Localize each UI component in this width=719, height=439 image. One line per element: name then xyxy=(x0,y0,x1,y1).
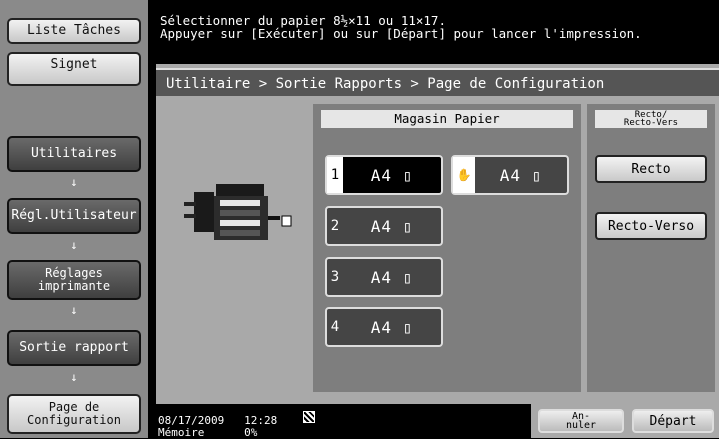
tray-paper-size: A4 ▯ xyxy=(370,216,414,236)
tray-number: 2 xyxy=(330,218,340,234)
duplex-button[interactable]: Recto-Verso xyxy=(595,212,707,240)
arrow-down-icon: ↓ xyxy=(70,303,78,317)
simplex-label: Recto xyxy=(631,161,671,177)
tray-1-button[interactable]: 1 A4 ▯ xyxy=(325,155,443,195)
instruction-message: Sélectionner du papier 8½×11 ou 11×17. A… xyxy=(160,14,642,40)
tray-paper-size: A4 ▯ xyxy=(370,165,414,185)
paper-tray-heading: Magasin Papier xyxy=(321,110,573,128)
tray-4-button[interactable]: 4 A4 ▯ xyxy=(325,307,443,347)
cancel-label: An-nuler xyxy=(565,411,597,431)
user-settings-label: Régl.Utilisateur xyxy=(11,208,137,224)
start-button[interactable]: Départ xyxy=(632,409,714,433)
message-line-2: Appuyer sur [Exécuter] ou sur [Départ] p… xyxy=(160,26,642,41)
bookmark-label: Signet xyxy=(50,57,98,72)
user-settings-button[interactable]: Régl.Utilisateur xyxy=(7,198,141,234)
tray-2-button[interactable]: 2 A4 ▯ xyxy=(325,206,443,246)
utilities-button[interactable]: Utilitaires xyxy=(7,136,141,172)
arrow-down-icon: ↓ xyxy=(70,175,78,189)
task-list-label: Liste Tâches xyxy=(27,23,121,39)
simplex-button[interactable]: Recto xyxy=(595,155,707,183)
duplex-heading: Recto/Recto-Vers xyxy=(595,110,707,128)
memory-label: Mémoire xyxy=(158,426,205,439)
hand-icon: ✋ xyxy=(453,157,475,193)
output-report-label: Sortie rapport xyxy=(19,340,129,356)
tray-3-button[interactable]: 3 A4 ▯ xyxy=(325,257,443,297)
duplex-label: Recto-Verso xyxy=(607,218,695,234)
config-page-button[interactable]: Page de Configuration xyxy=(7,394,141,434)
start-label: Départ xyxy=(649,413,697,429)
printer-settings-label: Réglages imprimante xyxy=(37,266,111,293)
tray-paper-size: A4 ▯ xyxy=(499,165,543,185)
duplex-heading-line-2: Recto-Vers xyxy=(623,118,679,128)
task-list-button[interactable]: Liste Tâches xyxy=(7,18,141,44)
tray-paper-size: A4 ▯ xyxy=(370,267,414,287)
date-time: 08/17/2009 12:28 xyxy=(158,415,277,426)
bypass-tray-button[interactable]: ✋ A4 ▯ xyxy=(451,155,569,195)
printer-settings-button[interactable]: Réglages imprimante xyxy=(7,260,141,300)
network-icon xyxy=(303,411,315,423)
output-report-button[interactable]: Sortie rapport xyxy=(7,330,141,366)
tray-number: 1 xyxy=(327,157,343,193)
printer-icon xyxy=(184,184,292,240)
arrow-down-icon: ↓ xyxy=(70,370,78,384)
tray-number: 3 xyxy=(330,269,340,285)
arrow-down-icon: ↓ xyxy=(70,238,78,252)
paper-tray-panel xyxy=(313,104,581,392)
memory-value: 0% xyxy=(244,426,258,439)
config-page-label: Page de Configuration xyxy=(27,400,121,427)
memory-status: Mémoire 0% xyxy=(158,427,257,438)
bookmark-button[interactable]: Signet xyxy=(7,52,141,86)
tray-paper-size: A4 ▯ xyxy=(370,317,414,337)
tray-number: 4 xyxy=(330,319,340,335)
utilities-label: Utilitaires xyxy=(30,146,118,162)
cancel-button[interactable]: An-nuler xyxy=(538,409,624,433)
breadcrumb: Utilitaire > Sortie Rapports > Page de C… xyxy=(156,68,719,96)
duplex-panel xyxy=(587,104,715,392)
